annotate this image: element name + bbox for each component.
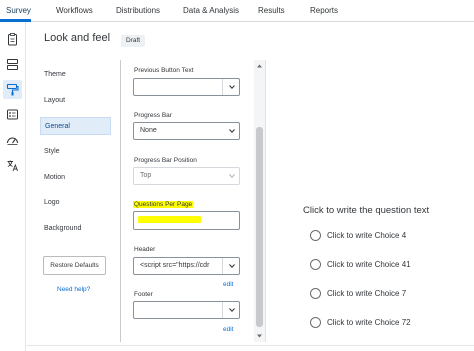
- survey-preview: [266, 22, 474, 351]
- footer-select[interactable]: [133, 301, 240, 319]
- menu-item-logo[interactable]: Logo: [44, 199, 60, 206]
- menu-item-motion[interactable]: Motion: [44, 174, 65, 181]
- progress-bar-position-value: Top: [140, 172, 152, 179]
- choice-label[interactable]: Click to write Choice 7: [327, 289, 406, 298]
- top-nav: Survey Workflows Distributions Data & An…: [0, 0, 474, 22]
- menu-item-theme[interactable]: Theme: [44, 71, 66, 78]
- tools-icon[interactable]: [6, 134, 19, 147]
- scroll-down-icon[interactable]: [256, 333, 263, 339]
- questions-per-page-label: Questions Per Page: [133, 201, 194, 208]
- progress-bar-label: Progress Bar: [134, 112, 172, 119]
- progress-bar-position-select[interactable]: Top: [133, 167, 240, 185]
- restore-defaults-button[interactable]: Restore Defaults: [43, 256, 106, 275]
- look-and-feel-icon[interactable]: [3, 80, 22, 99]
- chevron-down-icon: [228, 172, 236, 180]
- chevron-down-icon: [228, 306, 236, 314]
- options-icon[interactable]: [6, 108, 19, 121]
- header-value: <script src="https://cdr: [140, 262, 210, 269]
- select-divider: [222, 302, 223, 318]
- tab-workflows[interactable]: Workflows: [56, 6, 93, 15]
- need-help-link[interactable]: Need help?: [57, 286, 90, 293]
- tab-survey[interactable]: Survey: [6, 6, 31, 15]
- progress-bar-select[interactable]: None: [133, 122, 240, 140]
- tab-distributions[interactable]: Distributions: [116, 6, 160, 15]
- radio-button[interactable]: [310, 259, 321, 270]
- question-text[interactable]: Click to write the question text: [303, 205, 429, 216]
- survey-flow-icon[interactable]: [6, 33, 19, 46]
- header-label: Header: [134, 246, 156, 253]
- scrollbar-thumb[interactable]: [256, 127, 263, 327]
- left-toolbar: [0, 22, 26, 351]
- footer-edit-link[interactable]: edit: [223, 326, 233, 333]
- chevron-down-icon: [228, 83, 236, 91]
- blocks-icon[interactable]: [6, 58, 19, 71]
- chevron-down-icon: [228, 127, 236, 135]
- menu-item-background[interactable]: Background: [44, 225, 81, 232]
- menu-item-style[interactable]: Style: [44, 148, 60, 155]
- previous-button-text-label: Previous Button Text: [134, 67, 194, 74]
- progress-bar-value: None: [140, 127, 157, 134]
- menu-item-layout[interactable]: Layout: [44, 97, 65, 104]
- footer-label: Footer: [134, 291, 153, 298]
- draft-badge: Draft: [121, 35, 146, 47]
- header-edit-link[interactable]: edit: [223, 281, 233, 288]
- page-title: Look and feel: [44, 32, 111, 44]
- scroll-up-icon[interactable]: [256, 63, 263, 69]
- tab-data-analysis[interactable]: Data & Analysis: [183, 6, 239, 15]
- select-divider: [222, 79, 223, 95]
- select-divider: [222, 258, 223, 274]
- progress-bar-position-label: Progress Bar Position: [134, 157, 197, 164]
- tab-reports[interactable]: Reports: [310, 6, 338, 15]
- previous-button-text-select[interactable]: [133, 78, 240, 96]
- header-select[interactable]: <script src="https://cdr: [133, 257, 240, 275]
- choice-label[interactable]: Click to write Choice 41: [327, 260, 411, 269]
- radio-button[interactable]: [310, 317, 321, 328]
- chevron-down-icon: [228, 262, 236, 270]
- choice-label[interactable]: Click to write Choice 72: [327, 318, 411, 327]
- menu-item-general[interactable]: General: [40, 117, 111, 135]
- radio-button[interactable]: [310, 288, 321, 299]
- translate-icon[interactable]: [6, 159, 19, 172]
- divider: [26, 345, 474, 346]
- choice-label[interactable]: Click to write Choice 4: [327, 231, 406, 240]
- tab-results[interactable]: Results: [258, 6, 285, 15]
- highlight-mark: [138, 216, 201, 223]
- radio-button[interactable]: [310, 230, 321, 241]
